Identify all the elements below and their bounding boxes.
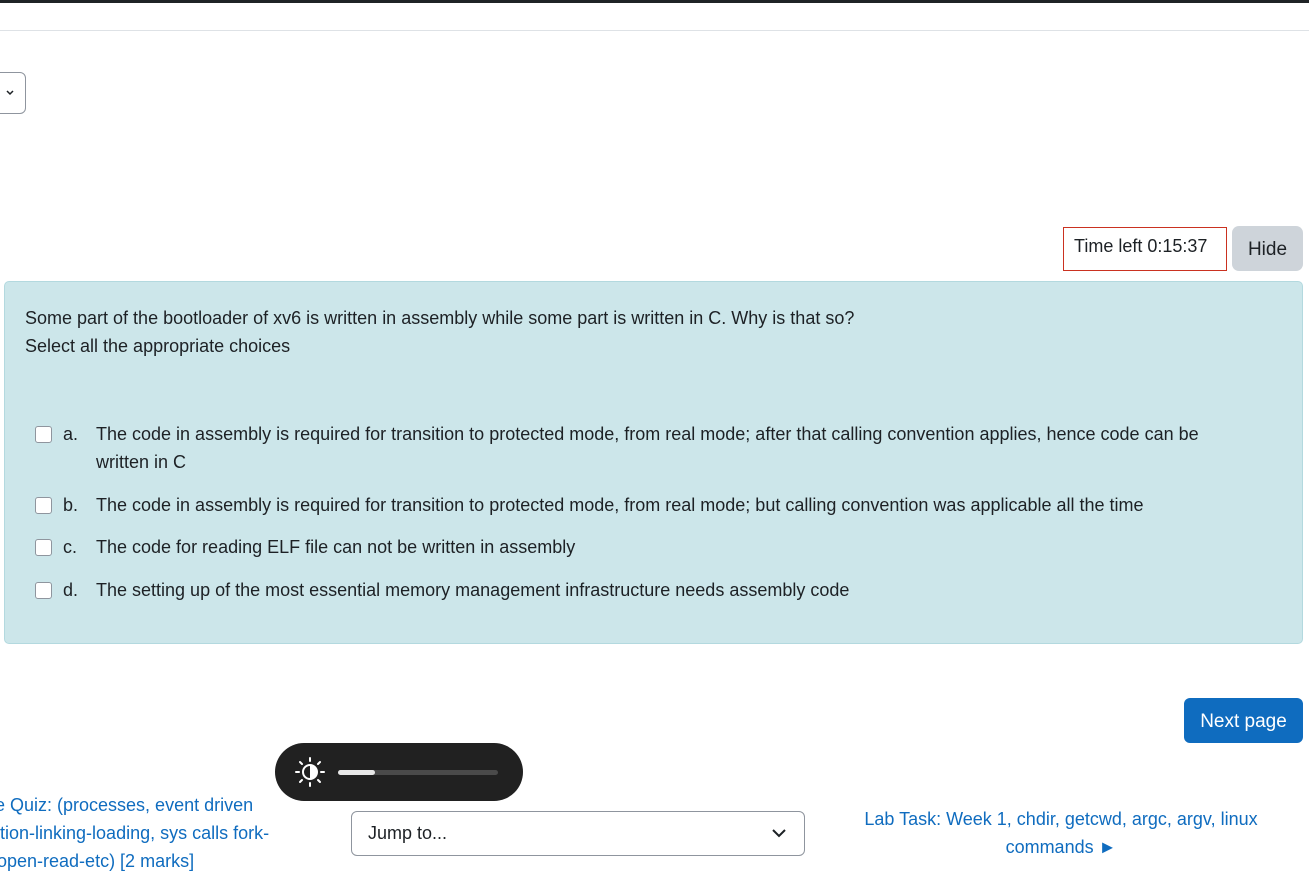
- brightness-icon: [295, 757, 325, 787]
- brightness-slider[interactable]: [338, 770, 498, 775]
- top-bar: [0, 0, 1309, 3]
- next-page-button[interactable]: Next page: [1184, 698, 1303, 743]
- previous-activity-line-2: ilation-linking-loading, sys calls fork-: [0, 823, 270, 843]
- hide-timer-button[interactable]: Hide: [1232, 226, 1303, 271]
- option-text: The setting up of the most essential mem…: [96, 580, 850, 600]
- section-select[interactable]: [0, 72, 26, 114]
- question-line-1: Some part of the bootloader of xv6 is wr…: [25, 308, 855, 328]
- option-text: The code in assembly is required for tra…: [96, 420, 1276, 476]
- option-letter: a.: [63, 424, 79, 444]
- previous-activity-line-1: ise Quiz: (processes, event driven: [0, 795, 254, 815]
- option-letter: c.: [63, 537, 78, 557]
- previous-activity-link[interactable]: ise Quiz: (processes, event driven ilati…: [0, 791, 322, 875]
- question-card: Some part of the bootloader of xv6 is wr…: [4, 281, 1303, 644]
- option-a-checkbox[interactable]: [35, 426, 52, 443]
- question-text: Some part of the bootloader of xv6 is wr…: [25, 304, 854, 360]
- question-instruction: Select all the appropriate choices: [25, 336, 291, 356]
- option-c-checkbox[interactable]: [35, 539, 52, 556]
- brightness-slider-fill: [338, 770, 375, 775]
- option-a-line-2: written in C: [96, 452, 187, 472]
- next-activity-link[interactable]: Lab Task: Week 1, chdir, getcwd, argc, a…: [845, 805, 1277, 861]
- jump-to-label: Jump to...: [368, 823, 448, 843]
- option-letter: b.: [63, 495, 79, 515]
- next-activity-line-2: commands ►: [1005, 837, 1117, 857]
- option-a-line-1: The code in assembly is required for tra…: [96, 424, 1199, 444]
- option-text: The code for reading ELF file can not be…: [96, 537, 576, 557]
- previous-activity-line-3: c-open-read-etc) [2 marks]: [0, 851, 195, 871]
- option-letter: d.: [63, 580, 79, 600]
- jump-to-select[interactable]: Jump to...: [351, 811, 805, 856]
- option-d-checkbox[interactable]: [35, 582, 52, 599]
- next-activity-line-1: Lab Task: Week 1, chdir, getcwd, argc, a…: [864, 809, 1258, 829]
- chevron-down-icon: [772, 829, 786, 838]
- header-divider: [0, 30, 1309, 31]
- chevron-down-icon: [6, 90, 14, 96]
- option-b-checkbox[interactable]: [35, 497, 52, 514]
- time-left: Time left 0:15:37: [1063, 227, 1227, 271]
- option-text: The code in assembly is required for tra…: [96, 495, 1144, 515]
